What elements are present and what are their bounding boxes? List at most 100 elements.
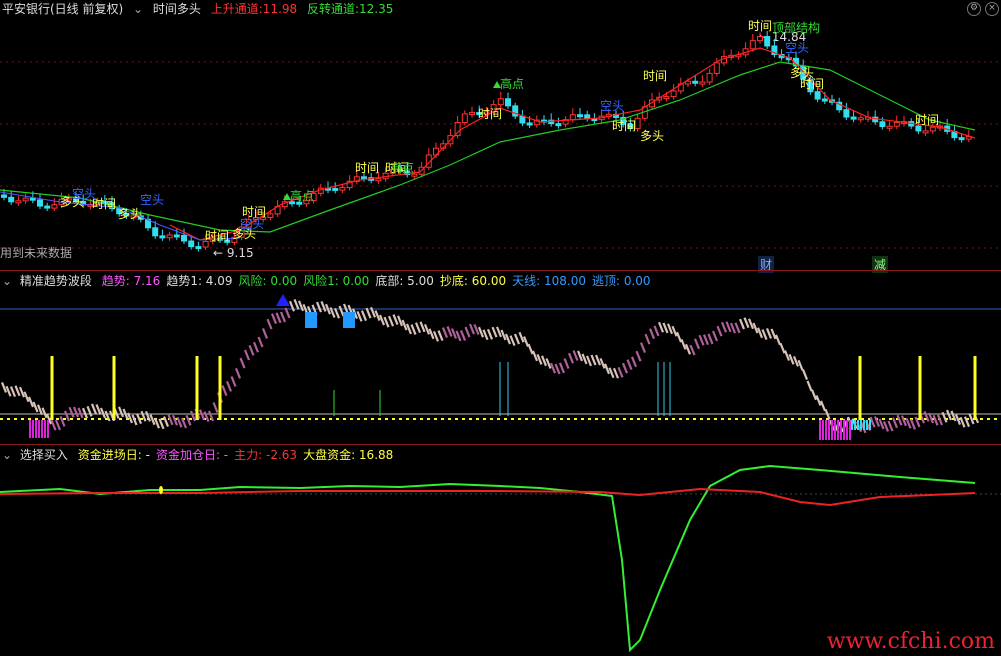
wave-stroke <box>797 359 804 371</box>
candle-body <box>814 91 821 100</box>
wave-stroke <box>752 322 759 334</box>
candle-body <box>692 80 699 84</box>
time-tag: 时间 <box>643 69 667 83</box>
entry-day-marker <box>159 486 163 494</box>
wave-stroke <box>500 329 507 341</box>
wave-stroke <box>59 415 66 427</box>
wave-stroke <box>522 336 530 347</box>
candle-body <box>29 197 36 201</box>
wave-stroke <box>99 407 107 419</box>
long-tag: 多头 <box>118 207 142 221</box>
wave-stroke <box>644 333 651 345</box>
candle-body <box>181 234 187 242</box>
wave-stroke <box>423 323 431 335</box>
candle-body <box>850 116 857 120</box>
wave-stroke <box>968 413 975 425</box>
wave-stroke <box>234 367 242 379</box>
wave-stroke <box>765 328 773 339</box>
wave-stroke <box>909 418 917 430</box>
wave-stroke <box>536 354 543 365</box>
wave-stroke <box>482 329 489 341</box>
wave-stroke <box>117 406 125 418</box>
wave-stroke <box>770 328 777 340</box>
wave-stroke <box>594 354 602 366</box>
wave-stroke <box>27 396 35 408</box>
wave-stroke <box>653 325 660 337</box>
wave-stroke <box>599 357 606 369</box>
wave-stroke <box>315 301 323 313</box>
wave-stroke <box>41 407 48 419</box>
wave-stroke <box>774 334 782 346</box>
candle-body <box>879 121 886 128</box>
candle-body <box>670 90 677 98</box>
candle-body <box>958 137 965 141</box>
wave-stroke <box>248 344 255 356</box>
candle-body <box>577 114 583 118</box>
wave-stroke <box>554 363 561 375</box>
wave-stroke <box>356 310 363 322</box>
high-tag: 高点 <box>500 76 524 91</box>
wave-stroke <box>869 416 876 428</box>
wave-stroke <box>270 313 278 325</box>
wave-stroke <box>257 336 264 348</box>
candle-body <box>857 117 864 121</box>
wave-stroke <box>81 407 89 419</box>
candle-body <box>922 130 929 134</box>
wave-stroke <box>405 323 413 335</box>
wave-stroke <box>585 355 593 367</box>
candle-body <box>166 234 173 239</box>
peak-marker-icon <box>276 294 290 306</box>
wave-stroke <box>630 356 638 368</box>
candle-body <box>44 205 51 209</box>
candle-body <box>519 115 526 124</box>
wave-stroke <box>477 326 485 338</box>
wave-stroke <box>50 419 57 431</box>
ma-red-line <box>169 47 976 241</box>
wave-stroke <box>338 305 345 317</box>
wave-stroke <box>450 328 458 339</box>
candle-body <box>339 187 346 191</box>
candle-body <box>569 114 576 121</box>
wave-stroke <box>509 335 516 347</box>
candle-body <box>505 98 511 107</box>
bottom-signal-bar <box>218 356 222 420</box>
time-tag: 时间 <box>355 161 379 175</box>
time-tag: 时间 <box>748 19 772 33</box>
bottom-signal-bar <box>973 356 977 420</box>
wave-stroke <box>419 321 426 333</box>
wave-stroke <box>446 326 453 337</box>
wave-stroke <box>549 362 557 374</box>
candle-body <box>375 178 382 182</box>
wave-stroke <box>158 418 165 430</box>
wave-stroke <box>441 327 449 338</box>
wave-stroke <box>932 414 939 426</box>
wave-stroke <box>275 312 282 324</box>
wave-stroke <box>756 327 764 339</box>
wave-stroke <box>171 414 179 426</box>
wave-stroke <box>540 355 548 367</box>
wave-stroke <box>428 328 435 340</box>
wave-stroke <box>626 359 633 371</box>
wave-stroke <box>815 395 822 406</box>
candle-body <box>461 113 468 124</box>
wave-stroke <box>333 307 341 319</box>
wave-stroke <box>320 301 327 312</box>
wave-stroke <box>261 328 269 339</box>
wave-stroke <box>671 325 678 337</box>
wave-stroke <box>563 358 570 369</box>
wave-stroke <box>374 310 381 321</box>
wave-stroke <box>221 385 228 397</box>
wave-stroke <box>266 318 273 330</box>
wave-stroke <box>788 353 795 365</box>
wave-stroke <box>698 334 705 346</box>
wave-stroke <box>18 386 26 398</box>
wave-stroke <box>464 326 471 338</box>
candle-body <box>757 35 763 42</box>
high-tag: 高点 <box>390 160 414 175</box>
wave-stroke <box>473 324 480 335</box>
wave-stroke <box>761 329 768 340</box>
main-force-line <box>0 487 976 507</box>
wave-stroke <box>77 407 84 419</box>
wave-stroke <box>887 420 894 432</box>
wave-stroke <box>95 404 102 415</box>
